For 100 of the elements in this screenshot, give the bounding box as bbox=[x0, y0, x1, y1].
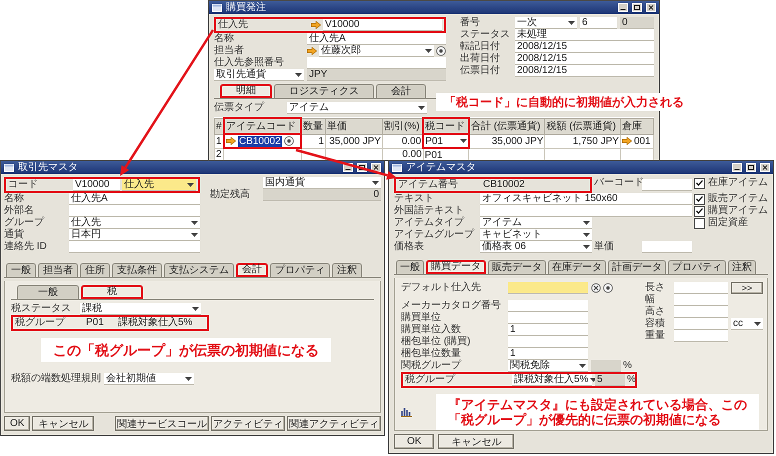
text-field[interactable]: 2008/12/15 bbox=[515, 65, 654, 77]
text-field[interactable] bbox=[642, 241, 692, 253]
column-header[interactable]: アイテムコード bbox=[224, 118, 302, 134]
column-header[interactable]: 税額 (伝票通貨) bbox=[544, 118, 620, 134]
close-button[interactable] bbox=[646, 3, 656, 12]
column-header[interactable]: # bbox=[214, 118, 224, 134]
tab[interactable]: ロジスティクス bbox=[274, 84, 374, 98]
tab[interactable]: 担当者 bbox=[38, 263, 78, 277]
text-field[interactable]: V10000 bbox=[73, 179, 120, 191]
column-header[interactable]: 数量 bbox=[301, 118, 326, 134]
minimize-button[interactable] bbox=[618, 3, 628, 12]
dialog-button[interactable]: OK bbox=[4, 416, 30, 431]
bar-chart-icon[interactable] bbox=[401, 407, 412, 417]
tab[interactable]: プロパティ bbox=[270, 263, 330, 277]
text-field[interactable]: 0 bbox=[263, 189, 381, 201]
text-field[interactable] bbox=[480, 205, 692, 217]
column-header[interactable]: 倉庫 bbox=[620, 118, 654, 134]
column-header[interactable]: 税コード bbox=[423, 118, 469, 134]
cross-circle-icon[interactable] bbox=[591, 283, 601, 293]
circle-icon[interactable] bbox=[284, 136, 294, 146]
tab[interactable]: 販売データ bbox=[488, 260, 546, 274]
tab[interactable]: 一般 bbox=[6, 263, 36, 277]
column-header[interactable]: 合計 (伝票通貨) bbox=[468, 118, 545, 134]
text-field[interactable]: 1 bbox=[508, 324, 588, 336]
dropdown-field[interactable]: cc bbox=[731, 318, 763, 330]
dropdown-field[interactable]: 課税 bbox=[80, 303, 201, 315]
dropdown-field[interactable]: 課税対象仕入5% bbox=[512, 374, 592, 386]
text-field[interactable] bbox=[508, 300, 588, 312]
text-field[interactable]: オフィスキャビネット 150x60 bbox=[480, 193, 692, 205]
circle-icon[interactable] bbox=[603, 283, 613, 293]
tab[interactable]: 在庫データ bbox=[548, 260, 606, 274]
text-field[interactable] bbox=[508, 282, 588, 294]
dropdown-field[interactable]: 日本円 bbox=[69, 229, 200, 241]
close-button[interactable] bbox=[371, 163, 381, 172]
text-field[interactable] bbox=[69, 205, 200, 217]
dropdown-field[interactable]: 国内通貨 bbox=[263, 177, 381, 189]
dropdown-field[interactable]: キャビネット bbox=[480, 229, 592, 241]
right-arrow-icon[interactable] bbox=[307, 47, 317, 55]
maximize-button[interactable] bbox=[746, 163, 756, 172]
text-field[interactable]: JPY bbox=[307, 69, 446, 81]
dialog-button[interactable]: アクティビティ bbox=[211, 416, 285, 431]
text-field[interactable] bbox=[508, 336, 588, 348]
dialog-button[interactable]: OK bbox=[394, 434, 434, 449]
dialog-button[interactable]: 関連サービスコール bbox=[115, 416, 209, 431]
column-header[interactable]: 割引(%) bbox=[382, 118, 424, 134]
dialog-button[interactable]: キャンセル bbox=[32, 416, 94, 431]
tab[interactable]: 会計 bbox=[376, 84, 426, 98]
text-field[interactable] bbox=[674, 282, 728, 294]
text-field[interactable] bbox=[674, 330, 728, 342]
right-arrow-icon[interactable] bbox=[311, 21, 321, 29]
text-field[interactable]: 仕入先A bbox=[307, 33, 446, 45]
tab[interactable]: 購買データ bbox=[426, 260, 486, 274]
tab[interactable]: 明細 bbox=[220, 84, 272, 98]
dropdown-field[interactable]: 佐藤次郎 bbox=[319, 45, 434, 57]
tab[interactable]: 支払システム bbox=[164, 263, 234, 277]
text-field[interactable] bbox=[674, 294, 728, 306]
text-field[interactable]: 2008/12/15 bbox=[515, 41, 654, 53]
text-field[interactable]: P01 bbox=[84, 317, 114, 329]
text-field[interactable]: 6 bbox=[580, 17, 617, 29]
tab[interactable]: 支払条件 bbox=[112, 263, 162, 277]
tab[interactable]: 一般 bbox=[396, 260, 424, 274]
dropdown-field[interactable]: 取引先通貨 bbox=[214, 69, 304, 81]
tab[interactable]: 注釈 bbox=[728, 260, 756, 274]
dropdown-field[interactable]: アイテム bbox=[480, 217, 592, 229]
text-field[interactable] bbox=[508, 312, 588, 324]
text-field[interactable]: 未処理 bbox=[515, 29, 654, 41]
tab[interactable]: 住所 bbox=[80, 263, 110, 277]
text-field[interactable] bbox=[642, 179, 692, 191]
text-field[interactable]: 1 bbox=[508, 348, 588, 360]
right-arrow-icon[interactable] bbox=[622, 137, 632, 145]
right-arrow-icon[interactable] bbox=[226, 137, 236, 145]
text-field[interactable]: 5 bbox=[595, 374, 625, 386]
tab[interactable]: 注釈 bbox=[332, 263, 362, 277]
checkbox[interactable] bbox=[694, 206, 705, 216]
dropdown-field[interactable]: 一次 bbox=[515, 17, 577, 29]
tab[interactable]: 一般 bbox=[17, 285, 79, 299]
tab[interactable]: 税 bbox=[81, 285, 143, 299]
text-field[interactable] bbox=[307, 57, 446, 69]
dialog-button[interactable]: 関連アクティビティ bbox=[287, 416, 381, 431]
text-field[interactable] bbox=[591, 360, 621, 372]
text-field[interactable] bbox=[674, 306, 728, 318]
text-field[interactable]: 0 bbox=[620, 17, 654, 29]
checkbox[interactable] bbox=[694, 178, 705, 188]
dropdown-field[interactable]: 仕入先 bbox=[122, 179, 196, 191]
text-field[interactable]: 2008/12/15 bbox=[515, 53, 654, 65]
tab[interactable]: プロパティ bbox=[668, 260, 726, 274]
minimize-button[interactable] bbox=[732, 163, 742, 172]
dropdown-field[interactable]: 価格表 06 bbox=[480, 241, 592, 253]
tab[interactable]: 会計 bbox=[236, 263, 268, 277]
dropdown-field[interactable]: 関税免除 bbox=[508, 360, 588, 372]
checkbox[interactable] bbox=[694, 218, 705, 228]
dropdown-field[interactable]: 会社初期値 bbox=[104, 373, 194, 385]
expand-button[interactable]: >> bbox=[731, 282, 763, 294]
text-field[interactable]: CB10002 bbox=[481, 179, 588, 191]
text-field[interactable]: 仕入先A bbox=[69, 193, 200, 205]
column-header[interactable]: 単価 bbox=[325, 118, 382, 134]
text-field[interactable] bbox=[674, 318, 728, 330]
text-field[interactable]: 課税対象仕入5% bbox=[116, 317, 205, 329]
tab[interactable]: 計画データ bbox=[608, 260, 666, 274]
maximize-button[interactable] bbox=[632, 3, 642, 12]
